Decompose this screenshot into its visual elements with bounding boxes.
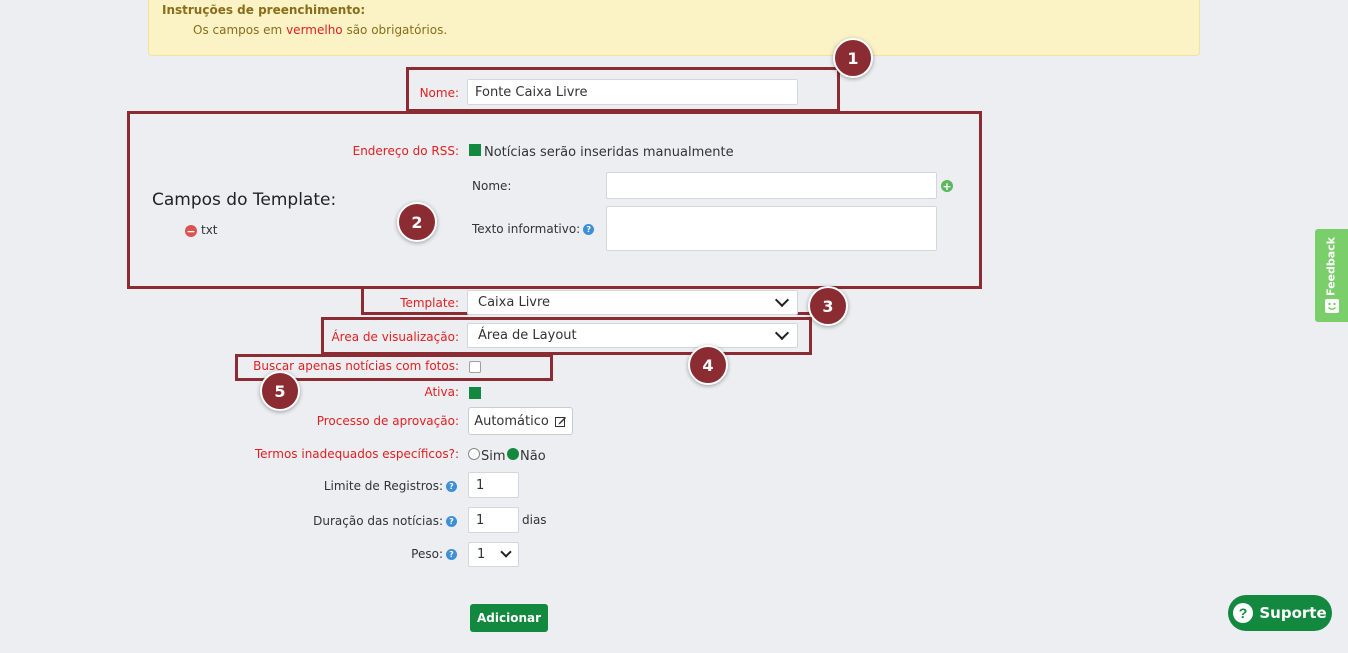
peso-label: Peso:: [411, 547, 443, 561]
area-label: Área de visualização:: [331, 330, 459, 344]
peso-label-row: Peso:?: [360, 547, 457, 561]
instructions-title: Instruções de preenchimento:: [162, 3, 366, 17]
chevron-down-icon: [774, 325, 790, 341]
duracao-label-row: Duração das notícias:?: [280, 514, 457, 528]
instructions-highlight: vermelho: [286, 23, 343, 37]
duracao-input[interactable]: 1: [468, 507, 519, 533]
chevron-down-icon: [500, 546, 512, 558]
help-icon[interactable]: ?: [446, 480, 457, 492]
help-icon[interactable]: ?: [583, 223, 595, 235]
template-field-name-input[interactable]: [606, 172, 937, 199]
termos-sim-label: Sim: [481, 449, 506, 464]
template-field-info-row: Texto informativo:?: [472, 222, 595, 236]
ativa-checkbox[interactable]: [469, 387, 481, 399]
feedback-tab[interactable]: Feedback: [1315, 229, 1348, 322]
area-select[interactable]: Área de Layout: [467, 323, 798, 348]
instructions-text-after: são obrigatórios.: [342, 23, 448, 37]
processo-button-label: Automático: [474, 413, 549, 429]
template-field-info-label: Texto informativo:: [472, 222, 581, 236]
processo-label: Processo de aprovação:: [316, 414, 459, 428]
rss-label: Endereço do RSS:: [352, 144, 459, 158]
rss-manual-label: Notícias serão inseridas manualmente: [484, 145, 734, 160]
termos-label: Termos inadequados específicos?:: [254, 447, 459, 461]
processo-button[interactable]: Automático: [468, 407, 573, 435]
template-select-value: Caixa Livre: [478, 295, 551, 310]
instructions-panel: Instruções de preenchimento: Os campos e…: [148, 0, 1200, 56]
add-field-icon[interactable]: +: [941, 180, 953, 192]
nome-input[interactable]: Fonte Caixa Livre: [467, 79, 798, 105]
duracao-unit: dias: [522, 513, 547, 527]
template-fields-heading: Campos do Template:: [152, 190, 337, 210]
template-select[interactable]: Caixa Livre: [467, 290, 798, 315]
edit-icon: [554, 416, 566, 427]
step-badge-3: 3: [808, 286, 848, 326]
step-badge-5: 5: [260, 371, 300, 411]
step-badge-4: 4: [688, 345, 728, 385]
instructions-text: Os campos em vermelho são obrigatórios.: [193, 23, 447, 37]
area-select-value: Área de Layout: [478, 328, 577, 343]
template-label: Template:: [400, 296, 459, 310]
help-circle-icon: ?: [1233, 603, 1254, 623]
duracao-label: Duração das notícias:: [313, 514, 443, 528]
chevron-down-icon: [774, 292, 790, 308]
help-icon[interactable]: ?: [446, 515, 457, 527]
template-field-item: txt: [201, 223, 218, 237]
step-badge-2: 2: [397, 202, 437, 242]
limite-label: Limite de Registros:: [323, 479, 443, 493]
peso-select[interactable]: 1: [468, 542, 519, 567]
limite-label-row: Limite de Registros:?: [300, 479, 457, 493]
suporte-label: Suporte: [1259, 604, 1327, 622]
buscar-fotos-checkbox[interactable]: [469, 361, 481, 373]
ativa-label: Ativa:: [424, 385, 459, 399]
step-badge-1: 1: [833, 38, 873, 78]
nome-label: Nome:: [419, 86, 459, 100]
svg-text:?: ?: [1239, 605, 1248, 621]
template-field-name-label: Nome:: [472, 179, 512, 193]
template-field-info-textarea[interactable]: [606, 206, 937, 251]
termos-radio-nao[interactable]: [507, 448, 519, 460]
smile-icon: [1325, 299, 1339, 313]
suporte-button[interactable]: ? Suporte: [1228, 595, 1332, 631]
buscar-fotos-label: Buscar apenas notícias com fotos:: [253, 359, 459, 373]
help-icon[interactable]: ?: [446, 548, 457, 560]
remove-field-icon[interactable]: −: [185, 225, 197, 237]
termos-radio-sim[interactable]: [468, 448, 480, 460]
peso-select-value: 1: [477, 547, 486, 562]
limite-input[interactable]: 1: [468, 472, 519, 498]
termos-nao-label: Não: [520, 449, 546, 464]
instructions-text-before: Os campos em: [193, 23, 287, 37]
adicionar-button[interactable]: Adicionar: [470, 604, 548, 632]
rss-manual-checkbox[interactable]: [469, 144, 481, 156]
feedback-label: Feedback: [1324, 237, 1338, 297]
